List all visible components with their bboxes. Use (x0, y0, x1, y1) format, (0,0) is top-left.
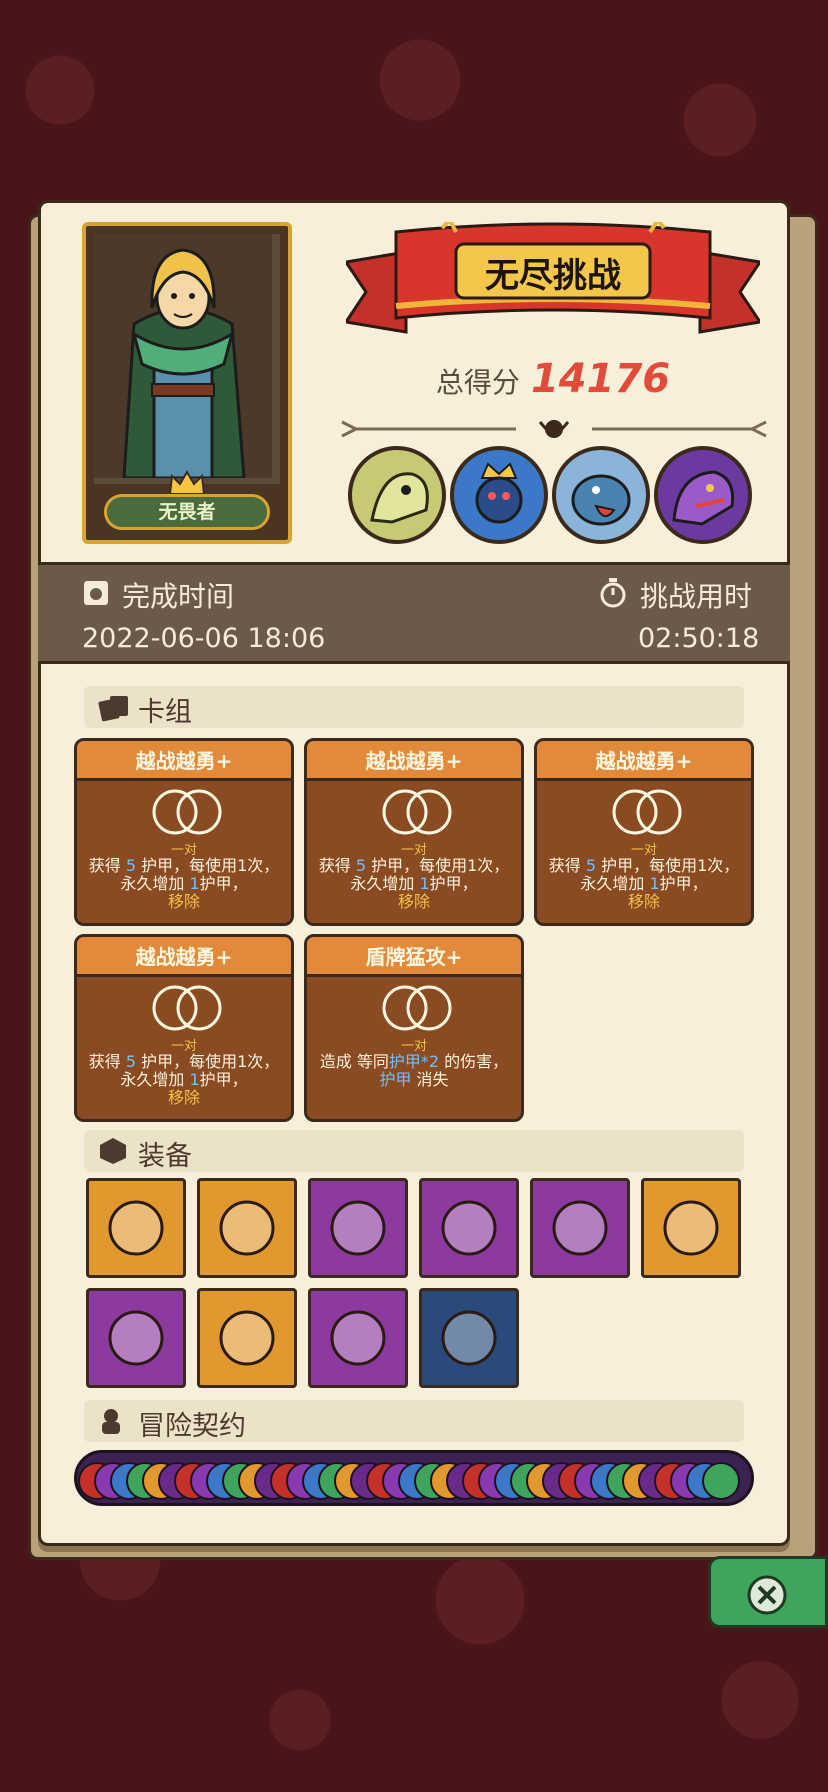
close-icon (747, 1575, 787, 1615)
contract-icons-row (78, 1462, 740, 1500)
deck-label: 卡组 (138, 697, 192, 728)
rune-shield-icon[interactable] (308, 1288, 408, 1388)
ice-shield-icon[interactable] (86, 1178, 186, 1278)
hero-portrait[interactable]: 无畏者 (82, 222, 292, 544)
hero-name: 无畏者 (104, 494, 270, 530)
moon-star-icon[interactable] (86, 1288, 186, 1388)
cards-icon (98, 696, 128, 722)
contract-strip[interactable] (74, 1450, 754, 1506)
stopwatch-icon (600, 578, 626, 608)
bat-wings-icon[interactable] (530, 1178, 630, 1278)
card-description: 获得 5 护甲，每使用1次，永久增加 1护甲， 移除 (88, 856, 280, 911)
boss-crowned-spider-icon[interactable] (450, 446, 548, 544)
card-description: 造成 等同护甲*2 的伤害，护甲 消失 (319, 1052, 509, 1089)
equipment-section-header: 装备 (84, 1130, 744, 1172)
hero-art (94, 234, 280, 484)
demon-mask-icon[interactable] (419, 1178, 519, 1278)
mode-title: 无尽挑战 (485, 256, 621, 296)
card-name: 越战越勇+ (365, 749, 463, 773)
cube-icon (100, 1138, 126, 1164)
card-name: 越战越勇+ (135, 749, 233, 773)
mode-banner: 无尽挑战 (343, 216, 763, 352)
contract-label: 冒险契约 (138, 1411, 246, 1442)
card-rings-icon (152, 789, 222, 835)
boss-rhino-beast-icon[interactable] (552, 446, 650, 544)
score-label: 总得分 (435, 366, 520, 399)
equipment-label: 装备 (138, 1141, 192, 1172)
boss-purple-dragon-icon[interactable] (654, 446, 752, 544)
score-row: 总得分 14176 (346, 356, 760, 402)
round-shield-icon[interactable] (641, 1178, 741, 1278)
crown-icon (168, 470, 206, 495)
duration-label: 挑战用时 (640, 580, 753, 613)
card-rings-icon (382, 789, 452, 835)
mushroom-icon[interactable] (197, 1288, 297, 1388)
deck-card[interactable]: 越战越勇+ 一对 获得 5 护甲，每使用1次，永久增加 1护甲， 移除 (74, 934, 294, 1122)
card-description: 获得 5 护甲，每使用1次，永久增加 1护甲， 移除 (548, 856, 740, 911)
finish-time-label: 完成时间 (122, 580, 235, 613)
card-name: 盾牌猛攻+ (365, 945, 463, 969)
deck-card[interactable]: 越战越勇+ 一对 获得 5 护甲，每使用1次，永久增加 1护甲， 移除 (304, 738, 524, 926)
deck-card[interactable]: 越战越勇+ 一对 获得 5 护甲，每使用1次，永久增加 1护甲， 移除 (534, 738, 754, 926)
gold-mirror-icon[interactable] (308, 1178, 408, 1278)
contract-section-header: 冒险契约 (84, 1400, 744, 1442)
card-description: 获得 5 护甲，每使用1次，永久增加 1护甲， 移除 (88, 1052, 280, 1107)
duration-value: 02:50:18 (638, 623, 760, 654)
score-value: 14176 (530, 356, 671, 402)
time-band: 完成时间 2022-06-06 18:06 挑战用时 02:50:18 (38, 562, 790, 664)
card-name: 越战越勇+ (135, 945, 233, 969)
card-rings-icon (382, 985, 452, 1031)
card-rings-icon (612, 789, 682, 835)
contract-token-icon (702, 1462, 740, 1500)
calendar-icon (84, 581, 108, 605)
card-name: 越战越勇+ (595, 749, 693, 773)
deck-card[interactable]: 盾牌猛攻+ 一对 造成 等同护甲*2 的伤害，护甲 消失 (304, 934, 524, 1122)
card-description: 获得 5 护甲，每使用1次，永久增加 1护甲， 移除 (318, 856, 510, 911)
deck-card[interactable]: 越战越勇+ 一对 获得 5 护甲，每使用1次，永久增加 1护甲， 移除 (74, 738, 294, 926)
close-button[interactable] (708, 1556, 828, 1628)
card-rings-icon (152, 985, 222, 1031)
contract-icon (102, 1409, 120, 1434)
spiked-armor-icon[interactable] (197, 1178, 297, 1278)
finish-time-value: 2022-06-06 18:06 (82, 623, 326, 654)
boss-bone-dragon-icon[interactable] (348, 446, 446, 544)
ornament-divider (341, 420, 767, 438)
chest-armor-icon[interactable] (419, 1288, 519, 1388)
deck-section-header: 卡组 (84, 686, 744, 728)
